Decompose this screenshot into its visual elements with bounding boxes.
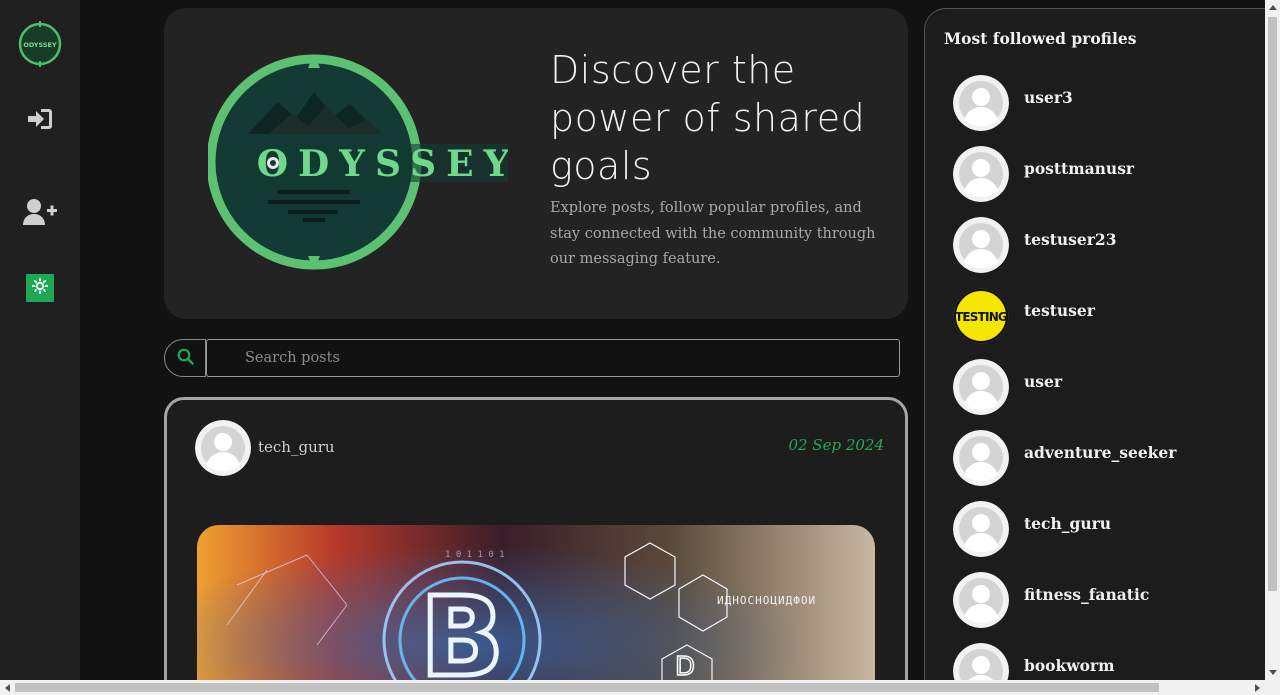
horizontal-scroll-thumb[interactable]	[15, 683, 1159, 692]
avatar-text: TESTING	[955, 310, 1007, 324]
app-logo-text: ODYSSEY	[23, 41, 57, 49]
svg-text:1 0 1 1 0 1: 1 0 1 1 0 1	[445, 550, 505, 560]
post-date: 02 Sep 2024	[788, 436, 884, 454]
sun-icon	[31, 277, 49, 298]
scroll-left-icon[interactable]	[5, 684, 10, 692]
hero-logo-text: ODYSSEY	[257, 143, 508, 185]
svg-text:D: D	[675, 652, 695, 682]
profile-item[interactable]: TESTING testuser	[953, 288, 1253, 346]
hero-description: Explore posts, follow popular profiles, …	[550, 200, 876, 267]
avatar	[953, 217, 1009, 273]
sidebar-nav: ODYSSEY	[0, 0, 80, 695]
avatar-testing: TESTING	[953, 288, 1009, 344]
profile-name: posttmanusr	[1024, 159, 1135, 178]
register-button[interactable]	[20, 194, 60, 234]
sign-in-icon	[26, 107, 54, 135]
hero-banner: ODYSSEY Discover the power of shared goa…	[164, 8, 908, 319]
post-image[interactable]: B 1 0 1 1 0 1 ИДНОСНОЦИДФОИ D	[197, 525, 875, 695]
user-plus-icon	[23, 198, 57, 230]
profile-name: fitness_fanatic	[1024, 585, 1150, 604]
post-image-text: ИДНОСНОЦИДФОИ	[717, 594, 816, 607]
theme-toggle-button[interactable]	[26, 274, 54, 302]
profile-name: tech_guru	[1024, 514, 1112, 533]
hero-logo: ODYSSEY	[206, 54, 509, 270]
post-card[interactable]: tech_guru 02 Sep 2024 B 1 0 1 1 0 1 ИДНО…	[164, 397, 908, 695]
profile-item[interactable]: posttmanusr	[953, 146, 1253, 204]
search-icon	[177, 348, 194, 369]
most-followed-title: Most followed profiles	[944, 29, 1137, 48]
profile-name: user	[1024, 372, 1063, 391]
profile-name: testuser23	[1024, 230, 1117, 249]
app-logo[interactable]: ODYSSEY	[17, 21, 63, 67]
avatar	[953, 430, 1009, 486]
avatar	[953, 75, 1009, 131]
post-author-avatar[interactable]	[195, 420, 251, 476]
profile-name: testuser	[1024, 301, 1095, 320]
profile-name: bookworm	[1024, 656, 1115, 675]
vertical-scrollbar[interactable]	[1265, 0, 1280, 680]
profile-item[interactable]: user	[953, 359, 1253, 417]
avatar	[953, 359, 1009, 415]
vertical-scroll-thumb[interactable]	[1268, 17, 1277, 591]
search-button[interactable]	[164, 339, 206, 377]
svg-text:B: B	[420, 573, 504, 695]
avatar	[953, 572, 1009, 628]
scroll-down-icon[interactable]	[1269, 670, 1277, 675]
profile-name: user3	[1024, 88, 1073, 107]
login-button[interactable]	[20, 101, 60, 141]
scroll-right-icon[interactable]	[1255, 684, 1260, 692]
avatar	[953, 146, 1009, 202]
most-followed-panel: Most followed profiles user3 posttmanusr…	[924, 8, 1280, 695]
avatar	[953, 501, 1009, 557]
profile-item[interactable]: testuser23	[953, 217, 1253, 275]
scroll-up-icon[interactable]	[1269, 5, 1277, 10]
profile-item[interactable]: fitness_fanatic	[953, 572, 1253, 630]
horizontal-scrollbar[interactable]	[0, 680, 1280, 695]
profile-item[interactable]: adventure_seeker	[953, 430, 1253, 488]
profile-item[interactable]: user3	[953, 75, 1253, 133]
profile-name: adventure_seeker	[1024, 443, 1177, 462]
search-input[interactable]	[206, 339, 900, 377]
post-author-name[interactable]: tech_guru	[258, 438, 335, 456]
profile-item[interactable]: tech_guru	[953, 501, 1253, 559]
hero-title: Discover the power of shared goals	[550, 48, 866, 188]
